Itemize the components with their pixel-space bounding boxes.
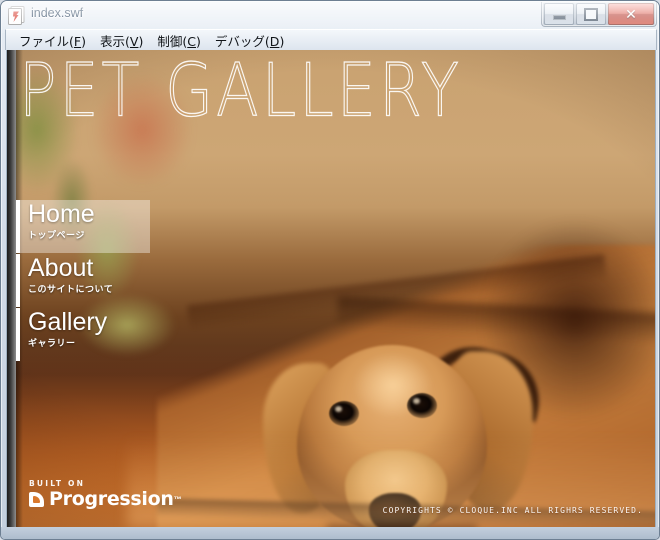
built-on-badge[interactable]: BUILT ON Progression ™ [29,479,229,509]
nav-label-gallery-jp: ギャラリー [28,339,76,349]
nav-label-home-jp: トップページ [28,231,85,241]
built-on-label: BUILT ON [29,479,86,488]
menu-label-debug: デバッグ [214,33,265,49]
menu-accel-control: C [187,33,196,49]
nav-label-about-jp: このサイトについて [28,285,114,295]
copyright-notice: COPYRIGHTS © CLOQUE.INC ALL RIGHRS RESER… [382,506,643,515]
menu-label-control: 制御 [157,33,183,49]
nav-item-home[interactable]: Home トップページ [16,200,216,253]
nav-label-gallery-en: Gallery [28,308,108,336]
menu-item-file[interactable]: ファイル(F) [12,29,93,52]
nav-label-home-en: Home [28,200,95,228]
menu-accel-view: V [129,33,139,49]
page-title-text: PET GALLERY [18,50,462,134]
title-bar[interactable]: index.swf ✕ [1,1,659,29]
window-title: index.swf [31,6,84,20]
close-icon: ✕ [625,6,637,22]
trademark-icon: ™ [173,495,182,504]
nav-marker-gallery [16,308,20,361]
nav-item-about[interactable]: About このサイトについて [16,254,216,307]
menu-accel-debug: D [269,33,280,49]
main-navigation: Home トップページ About このサイトについて Gallery ギャラリ… [16,200,216,362]
nav-item-gallery[interactable]: Gallery ギャラリー [16,308,216,361]
puppy-eye-left [329,401,359,426]
menu-label-view: 表示 [100,33,126,49]
menu-accel-file: F [73,33,82,49]
page-title: PET GALLERY [18,53,462,127]
window-bottom-frame [1,527,659,539]
minimize-icon [552,14,566,20]
maximize-icon [584,7,598,21]
close-button[interactable]: ✕ [608,3,654,25]
menu-item-view[interactable]: 表示(V) [93,29,150,52]
built-on-row: Progression ™ [29,490,229,509]
menu-bar: ファイル(F) 表示(V) 制御(C) デバッグ(D) [5,29,657,50]
nav-marker-about [16,254,20,307]
menu-label-file: ファイル [19,33,70,49]
flash-document-icon [8,6,25,25]
maximize-button[interactable] [576,3,606,25]
window-controls: ✕ [541,2,657,27]
progression-logo-icon [29,492,44,507]
nav-label-about-en: About [28,254,94,282]
minimize-button[interactable] [544,3,574,25]
puppy-eye-right [407,393,437,418]
flash-player-window: index.swf ✕ ファイル(F) 表示(V) 制御(C) デバッグ(D) [0,0,660,540]
progression-wordmark: Progression [49,488,174,510]
menu-item-control[interactable]: 制御(C) [150,29,208,52]
menu-item-debug[interactable]: デバッグ(D) [208,29,291,52]
flash-stage[interactable]: PET GALLERY Home トップページ About このサイトについて … [6,50,656,527]
left-rail [7,50,16,527]
